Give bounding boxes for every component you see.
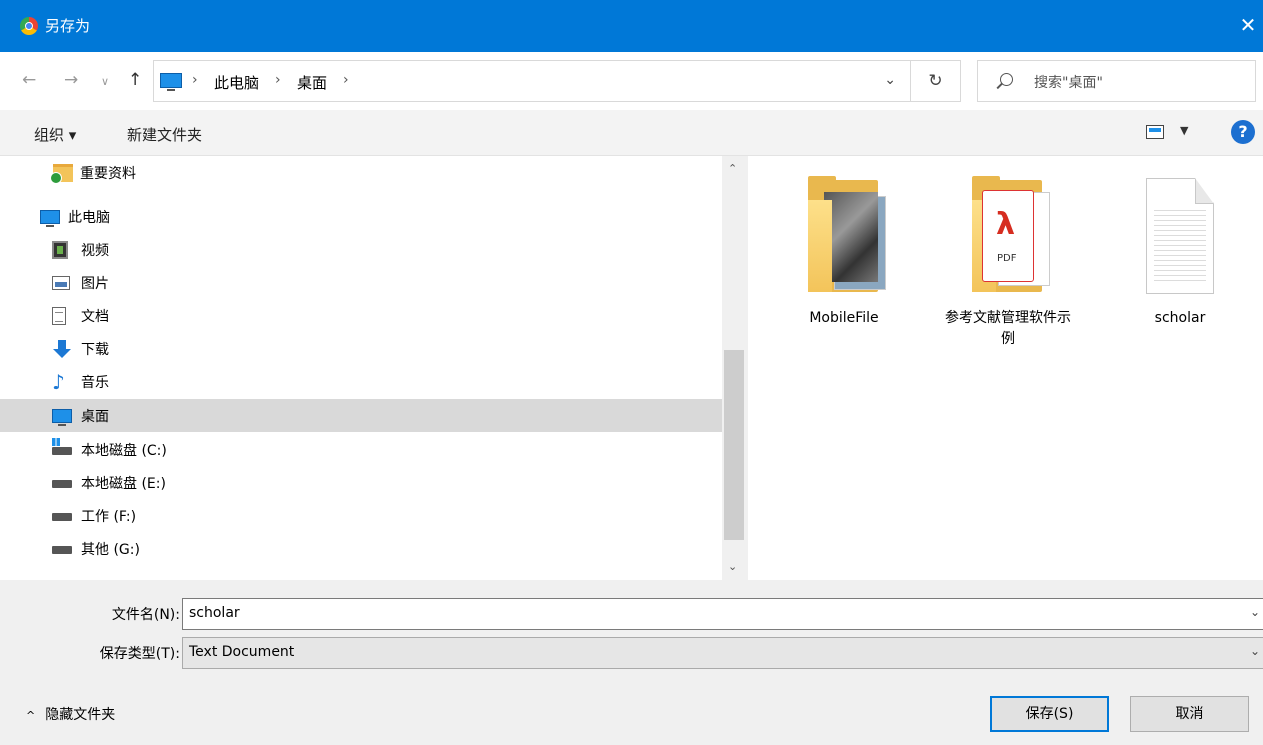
- computer-icon: [40, 210, 60, 227]
- navigation-scrollbar[interactable]: ⌃ ⌄: [722, 156, 746, 580]
- sidebar-item-label: 本地磁盘 (C:): [81, 443, 167, 459]
- help-icon[interactable]: ?: [1231, 120, 1255, 144]
- chevron-up-icon: ^: [26, 709, 36, 722]
- folder-icon: [794, 176, 894, 296]
- breadcrumb-separator[interactable]: ›: [275, 72, 281, 88]
- sidebar-item-downloads[interactable]: 下载: [0, 332, 722, 365]
- sidebar-item-label: 文档: [81, 309, 109, 325]
- sidebar-item-label: 桌面: [81, 409, 109, 425]
- sidebar-item-videos[interactable]: 视频: [0, 233, 722, 266]
- scroll-down-icon[interactable]: ⌄: [728, 560, 737, 573]
- back-button[interactable]: ←: [22, 70, 36, 90]
- download-icon: [52, 340, 72, 358]
- sidebar-item-drive-f[interactable]: 工作 (F:): [0, 499, 722, 532]
- filename-label: 文件名(N):: [111, 607, 180, 623]
- file-item-scholar[interactable]: scholar: [1116, 176, 1244, 329]
- search-placeholder: 搜索"桌面": [1034, 75, 1103, 91]
- filename-input[interactable]: scholar ⌄: [182, 598, 1263, 630]
- filetype-value: Text Document: [189, 644, 295, 660]
- chrome-icon: [20, 17, 38, 35]
- recent-locations-button[interactable]: ∨: [101, 75, 109, 88]
- folder-check-icon: [50, 164, 73, 184]
- sidebar-item-music[interactable]: ♪ 音乐: [0, 365, 722, 398]
- pdf-icon: λ PDF: [982, 190, 1034, 282]
- drive-icon: [52, 480, 72, 488]
- command-bar: 组织 ▾ 新建文件夹 ▼ ?: [0, 110, 1263, 156]
- desktop-icon: [52, 409, 72, 426]
- breadcrumb-this-pc[interactable]: 此电脑: [214, 72, 259, 93]
- sidebar-item-this-pc[interactable]: 此电脑: [0, 200, 722, 233]
- search-box[interactable]: 搜索"桌面": [977, 60, 1256, 102]
- sidebar-item-drive-c[interactable]: 本地磁盘 (C:): [0, 433, 722, 466]
- save-button[interactable]: 保存(S): [990, 696, 1109, 732]
- window-title: 另存为: [45, 17, 91, 35]
- navigation-bar: ← → ∨ ↑ › 此电脑 › 桌面 › ⌄ ↻ 搜索"桌面": [0, 52, 1263, 110]
- file-list: MobileFile λ PDF 参考文献管理软件示例 scholar: [748, 156, 1263, 580]
- hide-folders-label: 隐藏文件夹: [45, 707, 116, 723]
- system-drive-icon: [52, 438, 72, 455]
- sidebar-item-label: 此电脑: [68, 210, 110, 226]
- sidebar-item-label: 重要资料: [80, 166, 136, 182]
- hide-folders-toggle[interactable]: ^ 隐藏文件夹: [26, 704, 115, 724]
- sidebar-item-documents[interactable]: 文档: [0, 299, 722, 332]
- navigation-pane: 重要资料 此电脑 视频 图片 文档 下载 ♪ 音乐 桌面 本地磁盘 (C:) 本…: [0, 156, 722, 580]
- sidebar-item-label: 图片: [81, 276, 109, 292]
- forward-button[interactable]: →: [64, 70, 78, 90]
- organize-menu[interactable]: 组织 ▾: [34, 124, 76, 145]
- view-options-icon[interactable]: [1146, 125, 1164, 139]
- document-icon: [52, 307, 66, 325]
- music-icon: ♪: [52, 370, 65, 394]
- file-item-mobilefile[interactable]: MobileFile: [780, 176, 908, 329]
- view-dropdown-icon[interactable]: ▼: [1180, 124, 1188, 137]
- title-bar: 另存为 ✕: [0, 0, 1263, 52]
- filetype-select[interactable]: Text Document ⌄: [182, 637, 1263, 669]
- picture-icon: [52, 276, 70, 290]
- cancel-button[interactable]: 取消: [1130, 696, 1249, 732]
- filename-dropdown-icon[interactable]: ⌄: [1250, 605, 1260, 619]
- scroll-up-icon[interactable]: ⌃: [728, 162, 737, 175]
- computer-icon: [160, 73, 182, 91]
- file-name: MobileFile: [809, 310, 879, 326]
- sidebar-item-important-data[interactable]: 重要资料: [0, 156, 722, 189]
- breadcrumb-desktop[interactable]: 桌面: [297, 72, 327, 93]
- drive-icon: [52, 513, 72, 521]
- sidebar-item-drive-g[interactable]: 其他 (G:): [0, 532, 722, 565]
- sidebar-item-label: 下载: [81, 342, 109, 358]
- drive-icon: [52, 546, 72, 554]
- folder-pdf-icon: λ PDF: [958, 176, 1058, 296]
- sidebar-item-label: 其他 (G:): [81, 542, 140, 558]
- sidebar-item-label: 工作 (F:): [81, 509, 137, 525]
- breadcrumb-separator[interactable]: ›: [343, 72, 349, 88]
- new-folder-button[interactable]: 新建文件夹: [127, 124, 202, 145]
- sidebar-item-label: 视频: [81, 243, 109, 259]
- sidebar-item-label: 音乐: [81, 375, 109, 391]
- address-dropdown-icon[interactable]: ⌄: [884, 72, 896, 88]
- sidebar-item-label: 本地磁盘 (E:): [81, 476, 166, 492]
- sidebar-item-drive-e[interactable]: 本地磁盘 (E:): [0, 466, 722, 499]
- pdf-label: PDF: [997, 253, 1017, 264]
- up-button[interactable]: ↑: [128, 70, 142, 90]
- search-icon: [1000, 73, 1013, 86]
- text-document-icon: [1130, 176, 1230, 296]
- file-item-reference-examples[interactable]: λ PDF 参考文献管理软件示例: [944, 176, 1072, 350]
- address-bar[interactable]: › 此电脑 › 桌面 › ⌄: [153, 60, 911, 102]
- close-button[interactable]: ✕: [1233, 10, 1263, 40]
- file-name: scholar: [1154, 310, 1206, 326]
- filename-value: scholar: [189, 605, 240, 621]
- video-icon: [52, 241, 68, 259]
- scrollbar-thumb[interactable]: [724, 350, 744, 540]
- sidebar-item-desktop[interactable]: 桌面: [0, 399, 722, 432]
- refresh-button[interactable]: ↻: [911, 60, 961, 102]
- breadcrumb-separator[interactable]: ›: [192, 72, 198, 88]
- sidebar-item-pictures[interactable]: 图片: [0, 266, 722, 299]
- file-name: 参考文献管理软件示例: [945, 310, 1071, 347]
- filetype-label: 保存类型(T):: [99, 646, 180, 662]
- filetype-dropdown-icon[interactable]: ⌄: [1250, 644, 1260, 658]
